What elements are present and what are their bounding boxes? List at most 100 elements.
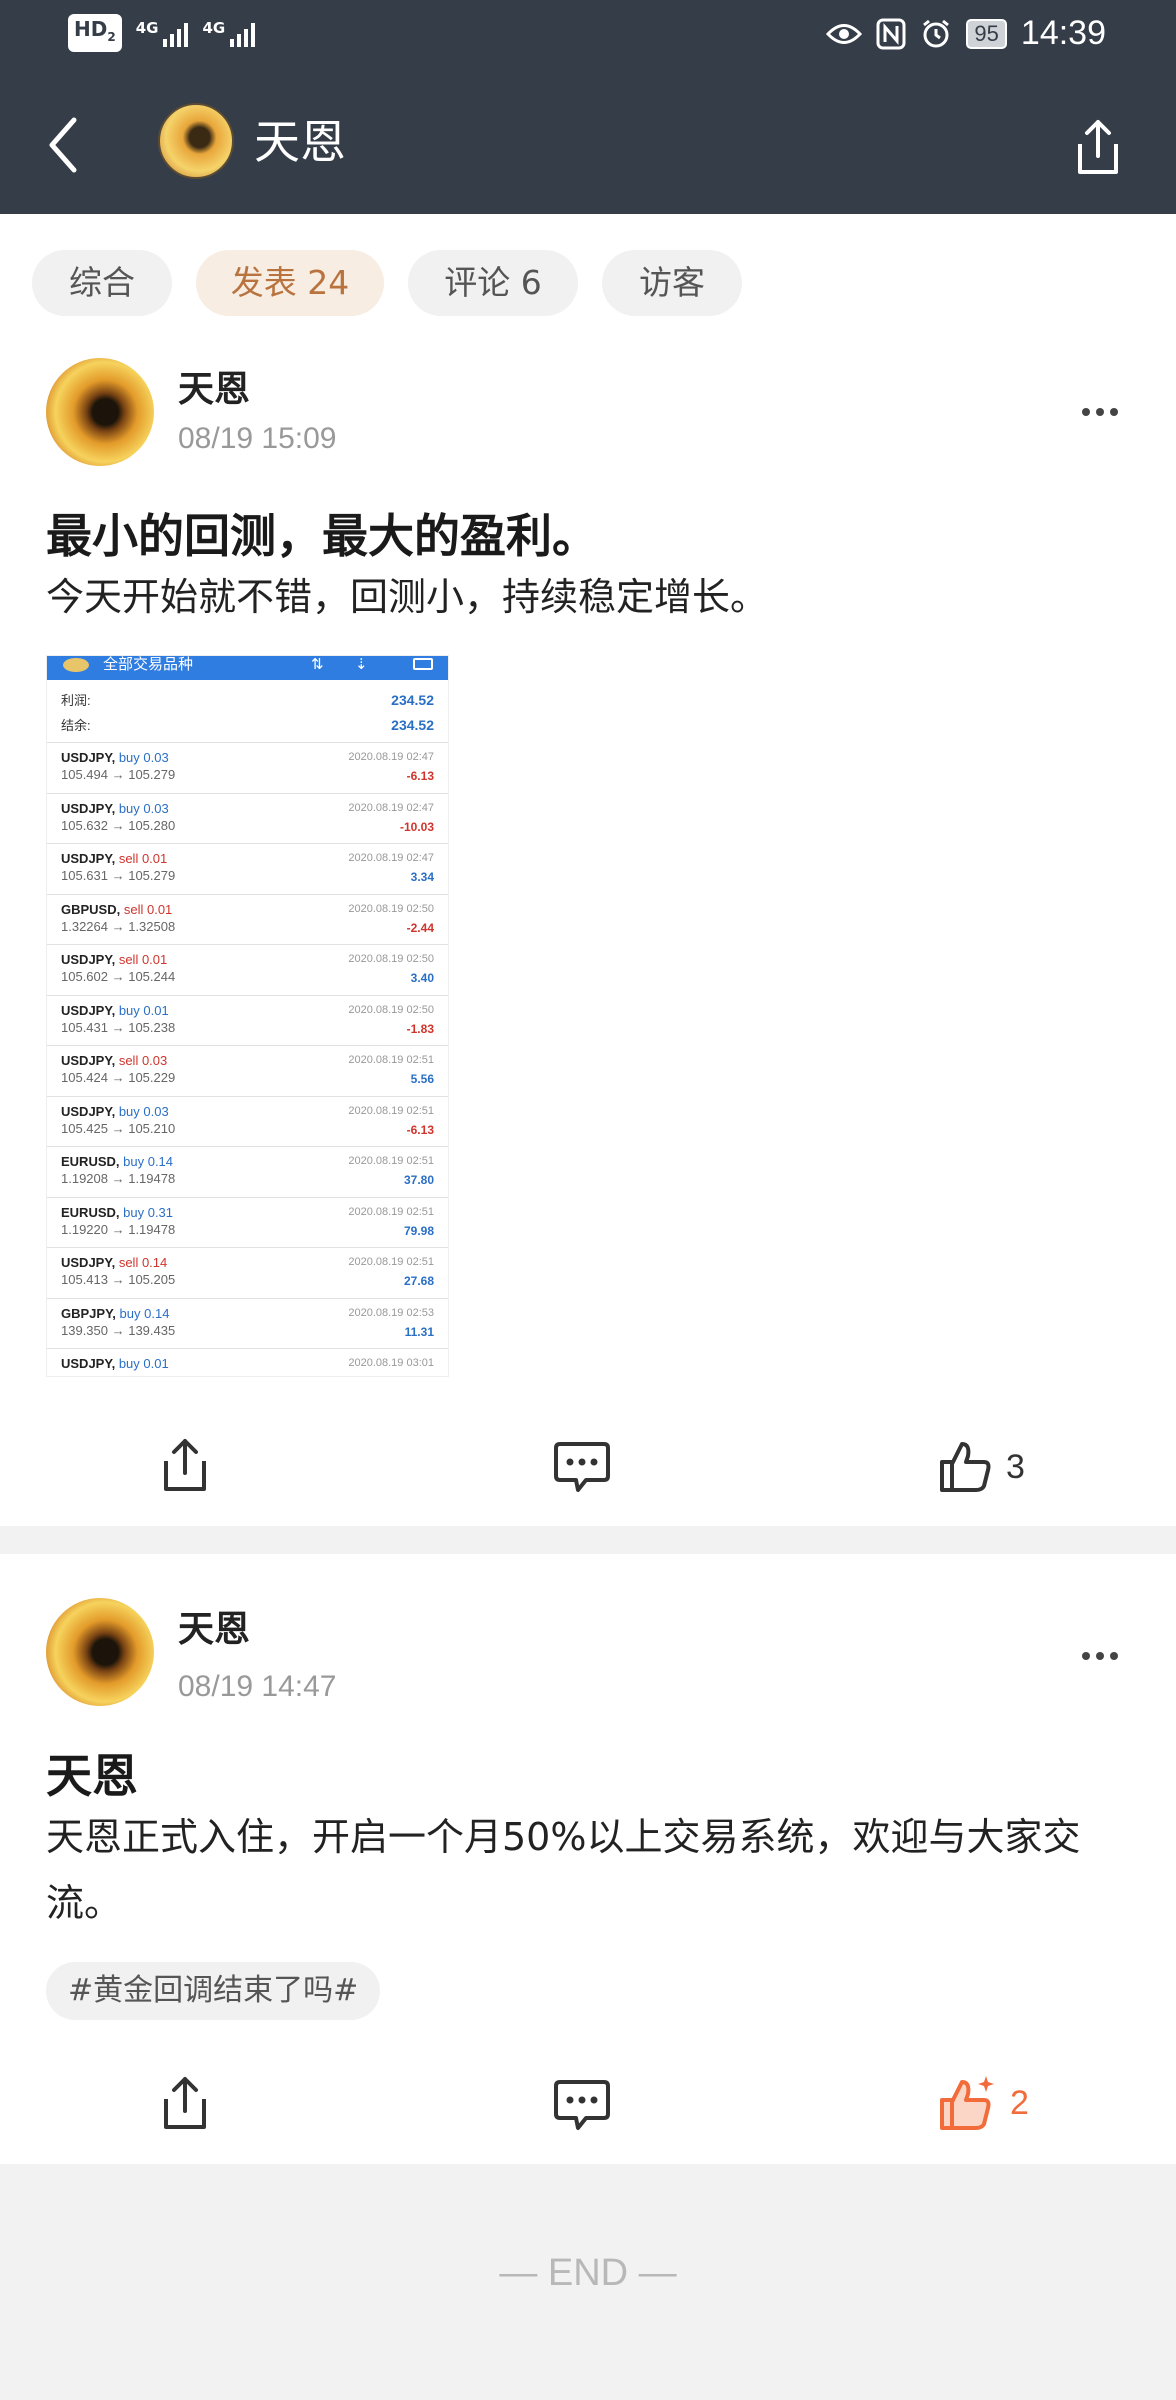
clock: 14:39: [1020, 14, 1106, 52]
avatar[interactable]: [46, 358, 154, 466]
trade-side: buy 0.03: [118, 750, 169, 765]
top-nav-bar: 天恩: [0, 72, 1176, 214]
thumbs-up-icon: [940, 1442, 991, 1492]
battery-indicator: 95: [966, 18, 1007, 49]
trade-symbol: EURUSD,: [61, 1204, 120, 1220]
filter-icon: ⇣: [355, 656, 368, 673]
trade-row: USDJPY, buy 0.01 2020.08.19 03:01: [47, 1349, 448, 1376]
trade-row: USDJPY, buy 0.03 105.632 → 105.280 2020.08…: [47, 794, 448, 844]
trade-symbol: USDJPY,: [61, 851, 116, 866]
trade-row: USDJPY, sell 0.01 105.602 → 105.244 2020.0…: [47, 945, 448, 996]
trade-symbol: USDJPY,: [61, 1053, 116, 1068]
trade-symbol: USDJPY,: [61, 952, 116, 967]
trade-list: USDJPY, buy 0.03 105.494 → 105.279 2020.08…: [47, 743, 448, 1376]
comment-icon: [554, 1442, 610, 1492]
trade-row: EURUSD, buy 0.31 1.19220 → 1.19478 2020.08…: [47, 1198, 448, 1248]
signal-icon: 4G: [136, 19, 189, 47]
trade-profit: -2.44: [406, 920, 434, 935]
trade-prices: 1.32264 → 1.32508: [61, 918, 176, 934]
summary: 利润: 234.52 结余: 234.52: [47, 680, 448, 743]
trade-date: 2020.08.19 02:47: [348, 751, 434, 763]
trade-date: 2020.08.19 02:50: [348, 902, 434, 915]
share-action[interactable]: [160, 2068, 210, 2138]
trade-row: USDJPY, sell 0.14 105.413 → 105.205 2020.0…: [47, 1248, 448, 1299]
share-icon[interactable]: [1072, 116, 1124, 178]
sort-icon: ⇅: [311, 656, 324, 673]
comment-icon: [554, 2080, 610, 2130]
tab-visitors[interactable]: 访客: [602, 250, 742, 316]
more-options-icon[interactable]: [1080, 406, 1120, 418]
trade-symbol: USDJPY,: [61, 1103, 116, 1119]
trade-row: GBPUSD, sell 0.01 1.32264 → 1.32508 2020.0…: [47, 895, 448, 945]
post-time: 08/19 14:47: [178, 1670, 337, 1703]
trade-profit: 11.31: [404, 1324, 434, 1339]
profile-avatar[interactable]: [158, 103, 234, 179]
trade-side: sell 0.03: [118, 1053, 168, 1068]
trade-side: sell 0.01: [123, 901, 173, 917]
profile-tabs: 综合 发表 24 评论 6 访客: [0, 214, 1176, 350]
trade-row: USDJPY, buy 0.03 105.494 → 105.279 2020.08…: [47, 743, 448, 794]
trade-prices: 139.350 → 139.435: [61, 1322, 176, 1338]
comment-action[interactable]: [552, 2070, 612, 2140]
trade-date: 2020.08.19 02:53: [348, 1306, 434, 1319]
like-count: 2: [1010, 2083, 1029, 2122]
nfc-icon: [876, 18, 906, 49]
trade-prices: 1.19208 → 1.19478: [61, 1171, 176, 1186]
trade-profit: -6.13: [406, 1122, 434, 1137]
like-count: 3: [1006, 1447, 1025, 1486]
trade-side: buy 0.14: [123, 1154, 174, 1169]
trade-side: buy 0.03: [118, 800, 169, 816]
trade-profit: 3.34: [410, 870, 434, 884]
post-author[interactable]: 天恩: [178, 360, 250, 412]
post-image[interactable]: 全部交易品种 ⇅ ⇣ 利润: 234.52 结余: 234.52 USDJPY, b…: [46, 655, 449, 1377]
like-action[interactable]: 2: [938, 2068, 1029, 2138]
tab-overview[interactable]: 综合: [32, 250, 172, 316]
trade-row: USDJPY, sell 0.03 105.424 → 105.229 2020.0…: [47, 1046, 448, 1097]
trade-symbol: USDJPY,: [61, 1356, 116, 1371]
trade-prices: 105.425 → 105.210: [61, 1120, 176, 1136]
trade-row: USDJPY, sell 0.01 105.631 → 105.279 2020.0…: [47, 844, 448, 895]
trade-date: 2020.08.19 02:51: [348, 1054, 434, 1066]
trade-profit: -1.83: [406, 1021, 434, 1036]
share-action[interactable]: [160, 1430, 210, 1500]
post-author[interactable]: 天恩: [178, 1600, 250, 1652]
trade-date: 2020.08.19 02:51: [348, 1155, 434, 1167]
status-bar: HD2 4G 4G 95 14:39: [0, 0, 1176, 72]
hd-badge: HD2: [68, 14, 122, 52]
tab-posts[interactable]: 发表 24: [196, 250, 384, 316]
trade-side: buy 0.14: [119, 1305, 170, 1321]
image-header: 全部交易品种 ⇅ ⇣: [47, 656, 448, 680]
status-left: HD2 4G 4G: [68, 14, 256, 52]
calendar-icon: [413, 658, 433, 670]
back-arrow-icon[interactable]: [40, 112, 90, 178]
trade-date: 2020.08.19 02:50: [348, 1003, 434, 1016]
trade-symbol: EURUSD,: [61, 1154, 120, 1169]
trade-profit: 27.68: [403, 1274, 434, 1288]
trade-side: sell 0.14: [118, 1255, 168, 1270]
trade-side: buy 0.31: [123, 1204, 174, 1220]
trade-symbol: USDJPY,: [61, 1002, 116, 1018]
trade-date: 2020.08.19 02:50: [348, 953, 434, 965]
image-logo-icon: [63, 658, 89, 672]
trade-side: sell 0.01: [118, 851, 168, 866]
trade-row: USDJPY, buy 0.03 105.425 → 105.210 2020.08…: [47, 1097, 448, 1147]
comment-action[interactable]: [552, 1432, 612, 1502]
like-action[interactable]: 3: [938, 1432, 1025, 1502]
tab-comments[interactable]: 评论 6: [408, 250, 578, 316]
trade-side: buy 0.03: [118, 1103, 169, 1119]
post-card: 天恩 08/19 14:47 天恩 天恩正式入住，开启一个月50%以上交易系统，…: [0, 1554, 1176, 2164]
trade-profit: 37.80: [403, 1173, 434, 1187]
signal-icon: 4G: [202, 19, 256, 47]
trade-side: sell 0.01: [118, 952, 168, 967]
more-options-icon[interactable]: [1080, 1650, 1120, 1662]
thumbs-up-liked-icon: [940, 2076, 994, 2130]
trade-row: USDJPY, buy 0.01 105.431 → 105.238 2020.08…: [47, 996, 448, 1046]
topic-tag[interactable]: #黄金回调结束了吗#: [46, 1962, 381, 2020]
trade-date: 2020.08.19 02:51: [348, 1256, 434, 1268]
share-icon: [164, 2077, 206, 2129]
trade-prices: 105.602 → 105.244: [61, 969, 176, 984]
trade-prices: 105.631 → 105.279: [61, 868, 176, 883]
trade-profit: 3.40: [410, 971, 434, 985]
avatar[interactable]: [46, 1598, 154, 1706]
trade-prices: 105.632 → 105.280: [61, 817, 176, 833]
